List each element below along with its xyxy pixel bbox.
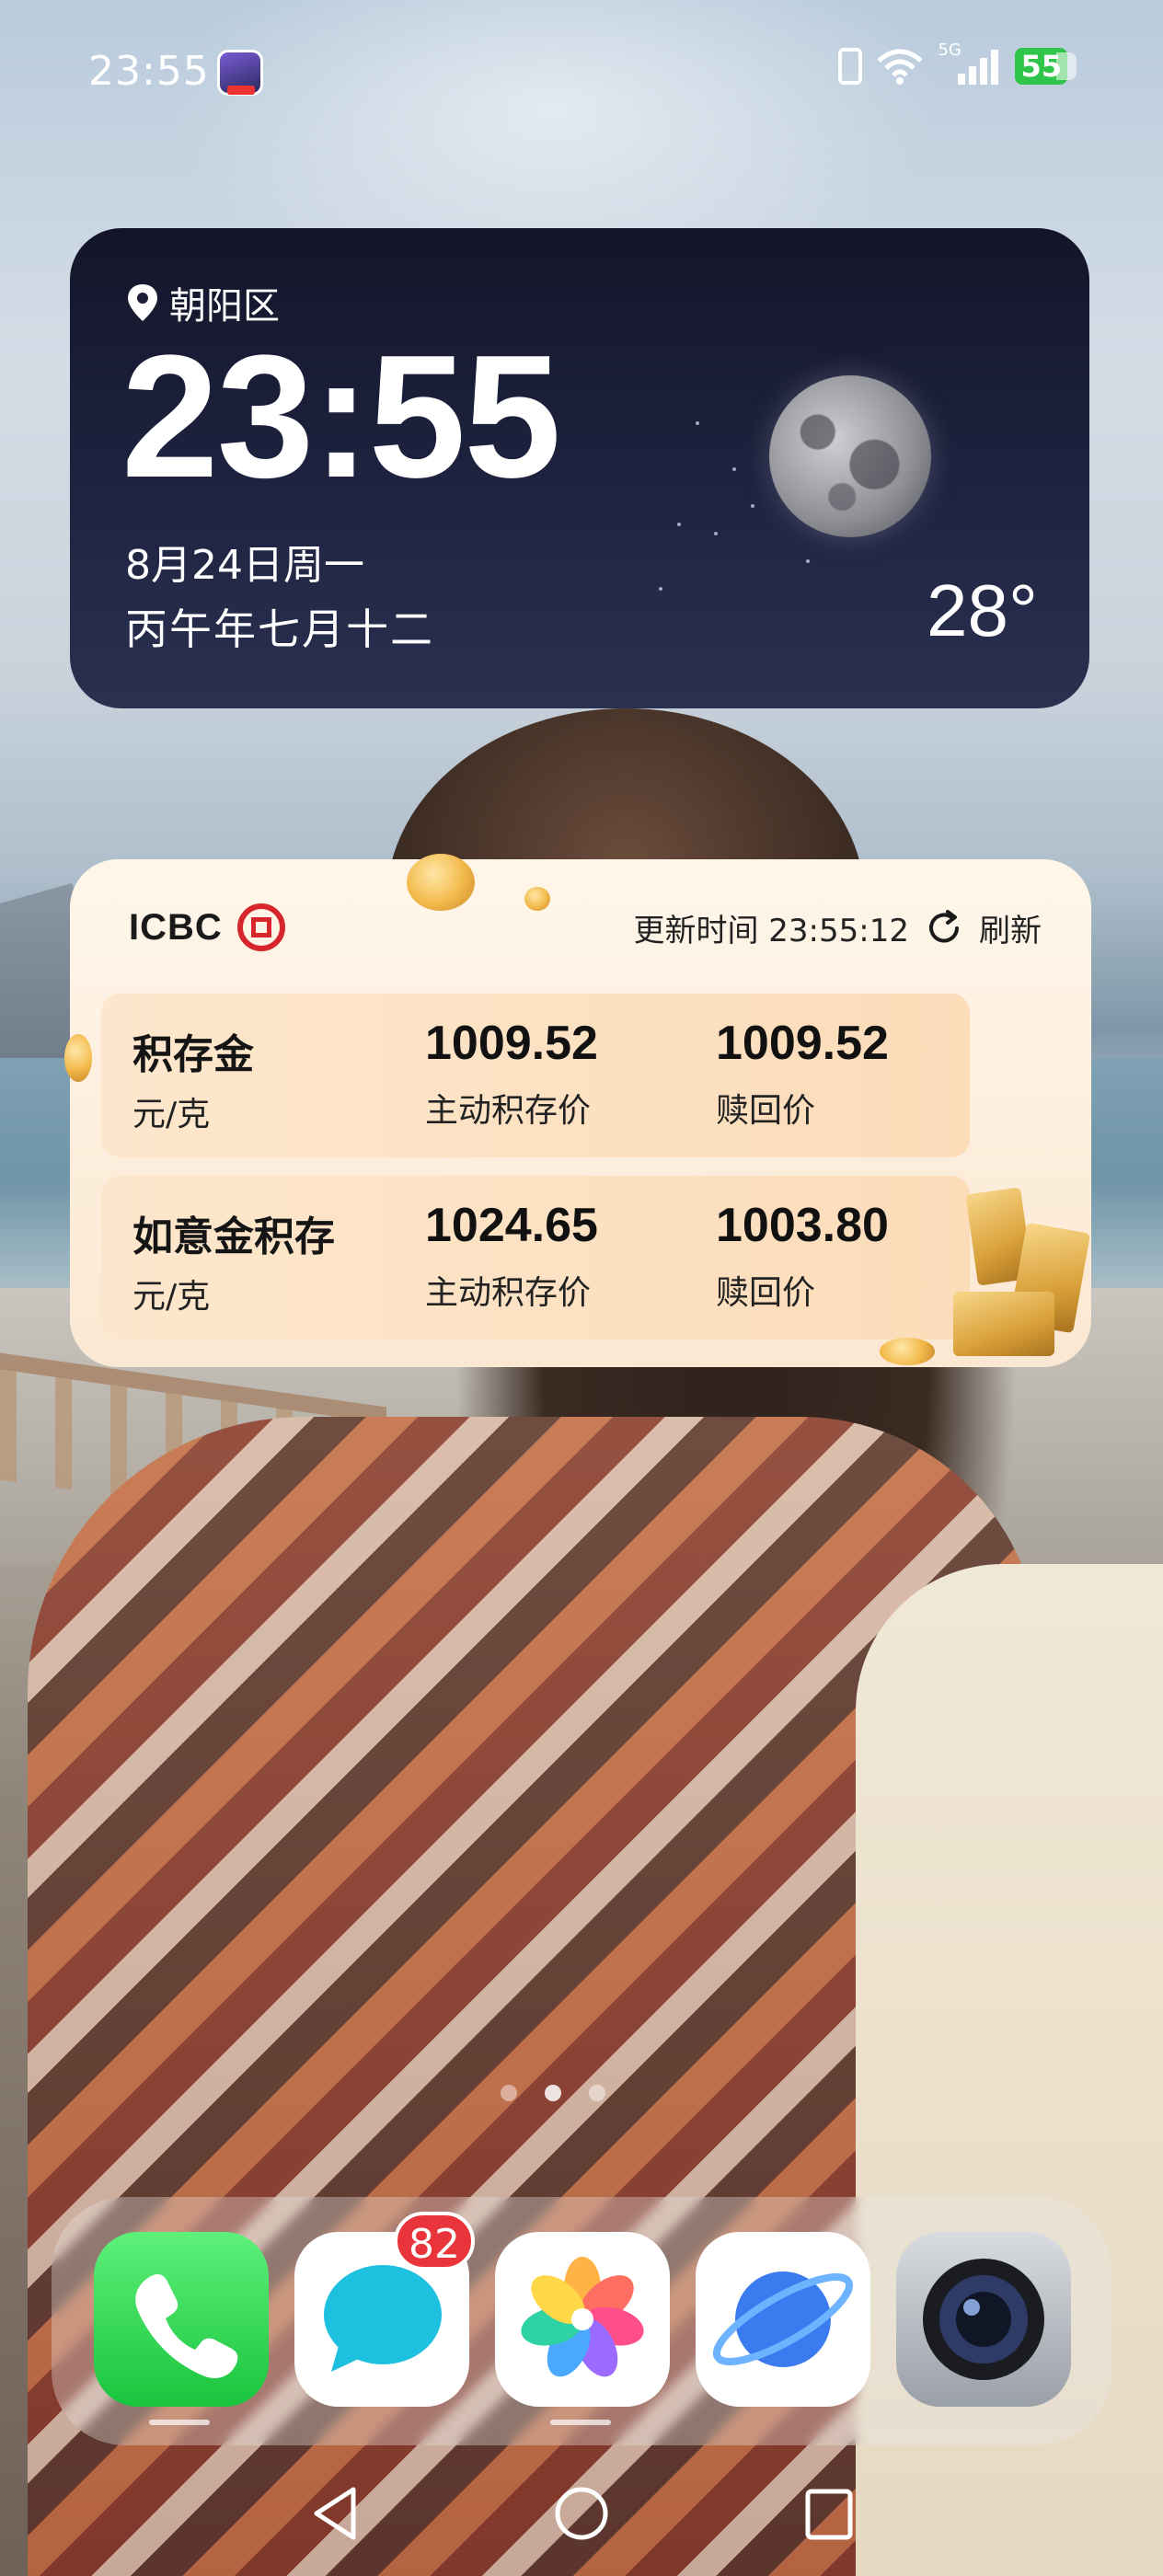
clock-time: 23:55 — [121, 319, 561, 514]
redeem-price: 1003.80 — [716, 1199, 889, 1252]
vibrate-icon — [838, 48, 863, 85]
status-bar: 23:55 5G 55 — [0, 40, 1163, 101]
phone-icon — [135, 2274, 238, 2378]
date-label: 8月24日周一 — [125, 542, 364, 589]
browser-app[interactable] — [696, 2232, 870, 2407]
unread-badge: 82 — [394, 2212, 475, 2271]
temperature: 28° — [927, 569, 1038, 651]
icbc-logo-text: ICBC — [129, 906, 223, 948]
back-icon — [314, 2487, 356, 2540]
icbc-gold-widget[interactable]: ICBC 更新时间 23:55:12 刷新 积存金 元/克 1009.52 主动… — [64, 854, 1091, 1367]
icbc-brand: ICBC — [129, 903, 285, 951]
battery-charging-icon — [1056, 52, 1077, 80]
photos-icon — [521, 2257, 644, 2377]
coin-decoration — [64, 1034, 92, 1082]
home-icon — [555, 2487, 608, 2540]
clock-weather-widget[interactable]: 朝阳区 23:55 8月24日周一 丙午年七月十二 28° — [70, 228, 1089, 708]
page-dot — [589, 2085, 605, 2101]
page-dot-active — [545, 2085, 561, 2101]
recents-button[interactable] — [800, 2484, 856, 2547]
update-info: 更新时间 23:55:12 刷新 — [633, 905, 1042, 950]
icbc-logo-icon — [236, 903, 285, 951]
gold-price-row[interactable]: 如意金积存 元/克 1024.65 主动积存价 1003.80 赎回价 — [101, 1176, 970, 1340]
status-time: 23:55 — [88, 48, 210, 95]
wifi-icon — [875, 48, 925, 85]
running-indicator — [149, 2420, 210, 2425]
gold-price-row[interactable]: 积存金 元/克 1009.52 主动积存价 1009.52 赎回价 — [101, 994, 970, 1157]
product-unit: 元/克 — [132, 1096, 211, 1133]
moon-icon — [769, 375, 931, 537]
network-type: 5G — [938, 40, 961, 60]
deposit-price-label: 主动积存价 — [425, 1274, 592, 1312]
product-unit: 元/克 — [132, 1278, 211, 1316]
navigation-bar — [0, 2484, 1163, 2548]
refresh-button[interactable]: 刷新 — [979, 905, 1042, 950]
camera-app[interactable] — [896, 2232, 1071, 2407]
home-button[interactable] — [552, 2484, 611, 2547]
lunar-date-label: 丙午年七月十二 — [125, 604, 434, 654]
page-dot — [501, 2085, 517, 2101]
deposit-price: 1024.65 — [425, 1199, 598, 1252]
page-indicator — [501, 2085, 605, 2101]
redeem-price-label: 赎回价 — [716, 1274, 816, 1312]
camera-icon — [923, 2259, 1044, 2380]
update-time: 更新时间 23:55:12 — [633, 913, 909, 949]
notification-app-icon — [217, 50, 263, 96]
redeem-price-label: 赎回价 — [716, 1092, 816, 1130]
back-button[interactable] — [307, 2484, 363, 2547]
redeem-price: 1009.52 — [716, 1017, 889, 1070]
product-name: 如意金积存 — [132, 1213, 335, 1260]
running-indicator — [550, 2420, 611, 2425]
recents-icon — [805, 2489, 853, 2540]
location-pin-icon — [128, 284, 157, 321]
deposit-price-label: 主动积存价 — [425, 1092, 592, 1130]
deposit-price: 1009.52 — [425, 1017, 598, 1070]
phone-app[interactable] — [94, 2232, 269, 2407]
cellular-signal-icon: 5G — [938, 40, 1002, 85]
product-name: 积存金 — [132, 1031, 254, 1078]
refresh-icon[interactable] — [924, 908, 964, 949]
coin-decoration — [524, 887, 550, 911]
photos-app[interactable] — [495, 2232, 670, 2407]
coin-decoration — [407, 854, 475, 911]
browser-icon — [712, 2271, 854, 2367]
